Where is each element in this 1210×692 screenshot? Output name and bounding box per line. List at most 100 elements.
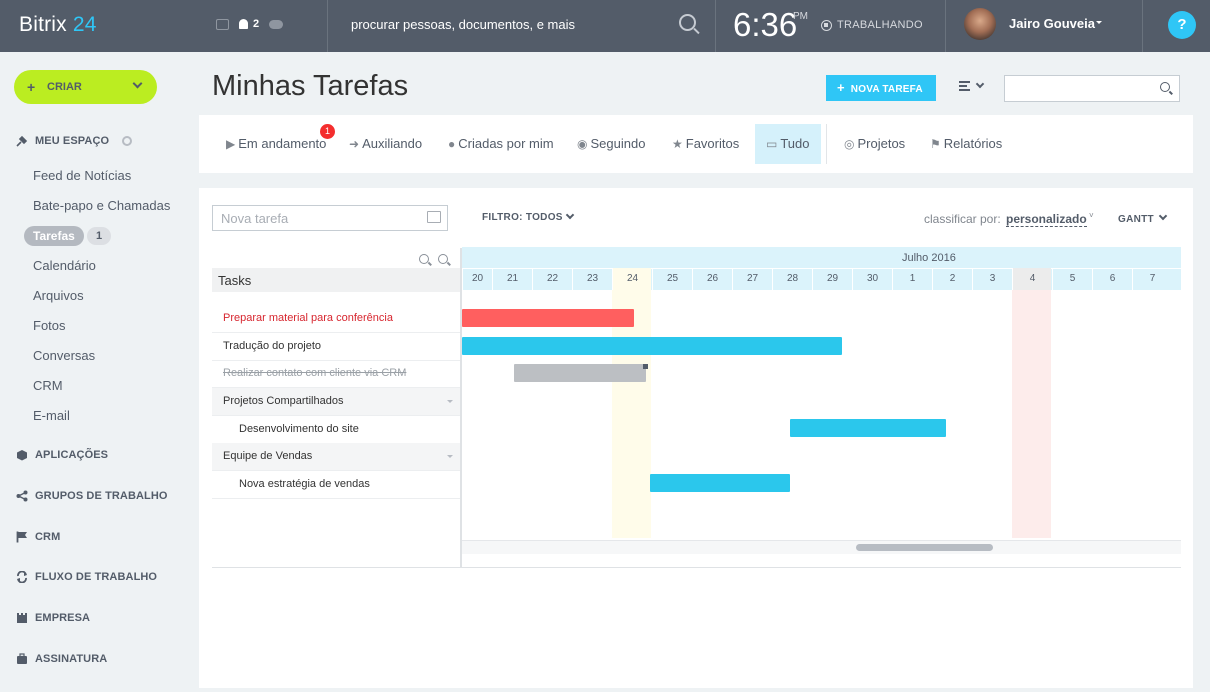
divider	[715, 0, 716, 52]
sidebar-section-my-space[interactable]: MEU ESPAÇO	[16, 135, 133, 147]
zoom-in-icon[interactable]	[438, 254, 448, 264]
sidebar-section-applications[interactable]: APLICAÇÕES	[16, 449, 108, 461]
user-icon: ●	[448, 137, 456, 151]
play-icon: ▶	[226, 137, 236, 151]
zoom-out-icon[interactable]	[419, 254, 429, 264]
create-button[interactable]: + CRIAR	[14, 70, 157, 104]
sort-label: classificar por:	[924, 212, 1001, 226]
view-mode-dropdown[interactable]: GANTT	[1118, 214, 1154, 225]
timeline-day: 30	[852, 268, 892, 290]
tab-following[interactable]: ◉ Seguindo	[577, 115, 645, 173]
sidebar-section-company[interactable]: EMPRESA	[16, 612, 90, 624]
today-column	[612, 290, 651, 538]
topbar-icons: 2	[216, 18, 284, 30]
task-search-input[interactable]	[1004, 75, 1180, 102]
tab-assisting[interactable]: ➜ Auxiliando	[349, 115, 422, 173]
sort-dropdown[interactable]: personalizado	[1006, 212, 1087, 227]
group-row[interactable]: Equipe de Vendas	[212, 443, 460, 471]
timeline-day: 4	[1012, 268, 1052, 290]
sidebar-section-crm[interactable]: CRM	[16, 531, 60, 543]
sidebar-item-news-feed[interactable]: Feed de Notícias	[33, 168, 131, 183]
sidebar-item-tasks[interactable]: Tarefas	[24, 226, 84, 246]
timeline-day: 26	[692, 268, 732, 290]
task-row[interactable]: Preparar material para conferência	[212, 305, 460, 333]
sidebar-item-photos[interactable]: Fotos	[33, 318, 66, 333]
divider	[1142, 0, 1143, 52]
group-row[interactable]: Projetos Compartilhados	[212, 388, 460, 416]
timeline-day: 29	[812, 268, 852, 290]
timeline-month-row	[462, 247, 1181, 268]
star-icon: ★	[672, 137, 683, 151]
tab-reports[interactable]: ⚑ Relatórios	[930, 115, 1002, 173]
timeline-day: 27	[732, 268, 772, 290]
arrow-icon: ➜	[349, 137, 360, 151]
timeline-day: 2	[932, 268, 972, 290]
tree-splitter[interactable]	[460, 248, 462, 568]
new-task-button[interactable]: + NOVA TAREFA	[826, 75, 936, 101]
logo[interactable]: Bitrix 24	[19, 13, 97, 37]
chat-icon[interactable]	[216, 18, 229, 30]
tabs-panel: ▶ Em andamento ➜ Auxiliando ● Criadas por m…	[199, 115, 1193, 173]
clock[interactable]: 6:36	[733, 6, 797, 44]
sidebar-section-workflow[interactable]: FLUXO DE TRABALHO	[16, 571, 157, 583]
task-row[interactable]: Desenvolvimento do site	[212, 416, 460, 444]
timeline-day: 28	[772, 268, 812, 290]
list-view-icon[interactable]	[959, 81, 970, 91]
plus-icon: +	[27, 79, 36, 95]
task-row[interactable]: Realizar contato com cliente via CRM	[212, 360, 460, 388]
page-title: Minhas Tarefas	[212, 70, 409, 102]
sidebar-item-chat[interactable]: Bate-papo e Chamadas	[33, 198, 170, 213]
sidebar-item-email[interactable]: E-mail	[33, 408, 70, 423]
gantt-bar[interactable]	[650, 474, 790, 492]
filter-dropdown[interactable]: FILTRO: TODOS	[482, 212, 563, 223]
tab-created-by-me[interactable]: ● Criadas por mim	[448, 115, 554, 173]
compass-icon: ◎	[844, 137, 855, 151]
sidebar-item-calendar[interactable]: Calendário	[33, 258, 96, 273]
quick-task-placeholder: Nova tarefa	[221, 211, 289, 226]
notifications-button[interactable]: 2	[239, 18, 259, 30]
tab-favorites[interactable]: ★ Favoritos	[672, 115, 739, 173]
global-search-input[interactable]: procurar pessoas, documentos, e mais	[351, 17, 575, 32]
sidebar-item-crm[interactable]: CRM	[33, 378, 63, 393]
task-row[interactable]: Nova estratégia de vendas	[212, 471, 460, 499]
chevron-down-icon[interactable]	[975, 79, 985, 89]
flag-icon	[16, 531, 27, 543]
help-button[interactable]: ?	[1168, 11, 1196, 39]
holiday-column	[1012, 290, 1051, 538]
timeline-scrollbar[interactable]	[462, 540, 1181, 554]
caret-down-icon[interactable]: ˅	[1089, 211, 1094, 220]
timeline-day: 1	[892, 268, 932, 290]
timeline-day: 20	[462, 268, 492, 290]
form-icon[interactable]	[427, 211, 441, 223]
tab-projects[interactable]: ◎ Projetos	[844, 115, 905, 173]
top-bar: Bitrix 24 2 procurar pessoas, documentos…	[0, 0, 1210, 52]
gantt-bar[interactable]	[790, 419, 946, 437]
share-icon	[16, 490, 28, 502]
cube-icon	[17, 450, 27, 461]
cloud-icon[interactable]	[269, 19, 284, 29]
tab-in-progress[interactable]: ▶ Em andamento	[226, 115, 326, 173]
gantt-bar[interactable]	[514, 364, 646, 382]
task-row[interactable]: Tradução do projeto	[212, 333, 460, 361]
timeline-day: 5	[1052, 268, 1092, 290]
work-status[interactable]: TRABALHANDO	[821, 19, 923, 31]
caret-down-icon[interactable]	[447, 400, 453, 406]
search-icon[interactable]	[1160, 82, 1170, 92]
sidebar-section-subscription[interactable]: ASSINATURA	[16, 653, 107, 665]
sidebar-item-files[interactable]: Arquivos	[33, 288, 84, 303]
clock-ampm: PM	[793, 11, 808, 22]
avatar[interactable]	[964, 8, 996, 40]
gear-icon[interactable]	[122, 136, 133, 146]
tab-all[interactable]: ▭ Tudo	[755, 124, 821, 164]
sidebar-item-conversations[interactable]: Conversas	[33, 348, 95, 363]
scrollbar-thumb[interactable]	[856, 544, 993, 551]
divider	[945, 0, 946, 52]
search-icon[interactable]	[679, 14, 696, 31]
gantt-bar[interactable]	[462, 309, 634, 327]
caret-down-icon[interactable]	[1096, 21, 1102, 27]
caret-down-icon[interactable]	[447, 455, 453, 461]
timeline-day: 24	[612, 268, 652, 290]
gantt-bar[interactable]	[462, 337, 842, 355]
sidebar-section-workgroups[interactable]: GRUPOS DE TRABALHO	[16, 490, 168, 502]
user-name[interactable]: Jairo Gouveia	[1009, 16, 1095, 31]
